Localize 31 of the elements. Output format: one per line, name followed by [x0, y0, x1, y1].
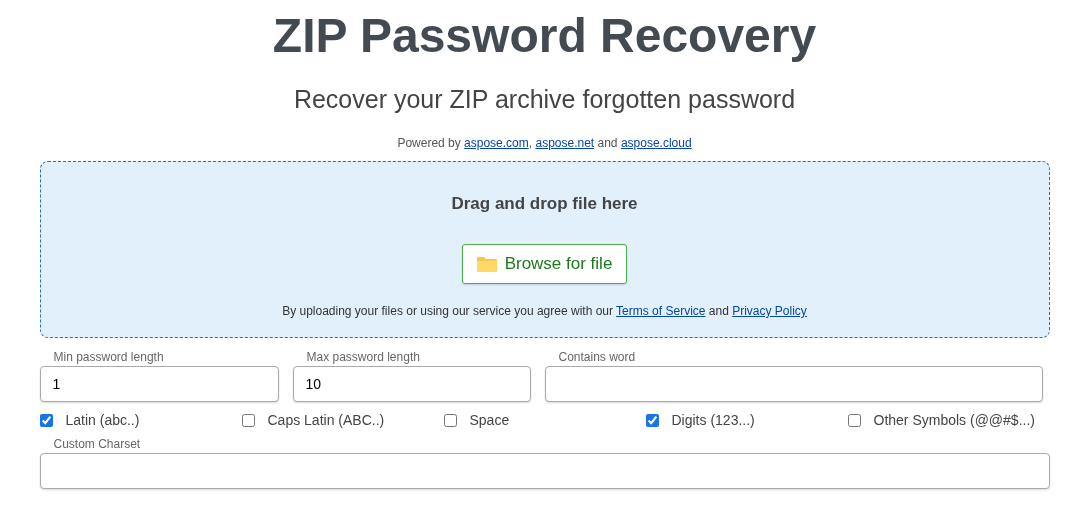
field-label: Custom Charset	[53, 437, 141, 451]
field-label: Contains word	[558, 350, 636, 364]
text-link[interactable]: Privacy Policy	[732, 304, 807, 318]
powered-by-text: Powered by aspose.com, aspose.net and aspose.cloud	[396, 136, 693, 150]
input-field[interactable]	[544, 366, 1043, 402]
text-link[interactable]: aspose.com	[464, 136, 529, 150]
folder-icon	[476, 256, 497, 272]
text-link[interactable]: Terms of Service	[616, 304, 706, 318]
checkbox[interactable]	[645, 413, 659, 427]
drop-zone[interactable]: Drag and drop file here Browse for file By uploading your files or using our service you agree with our Terms of Service and Privacy Policy	[39, 161, 1050, 338]
checkbox[interactable]	[443, 413, 457, 427]
input-field[interactable]: 10	[292, 366, 531, 402]
checkbox-label: Latin (abc..)	[65, 412, 140, 428]
page-title: ZIP Password Recovery	[271, 8, 818, 64]
checkbox-label: Other Symbols (@@#$...)	[873, 412, 1035, 428]
browse-button[interactable]: Browse for file	[461, 244, 628, 284]
field-label: Min password length	[53, 350, 164, 364]
checkbox-label: Space	[469, 412, 510, 428]
checkbox[interactable]	[241, 413, 255, 427]
checkbox[interactable]	[847, 413, 861, 427]
input-field[interactable]: 1	[39, 366, 279, 402]
checkbox-label: Digits (123...)	[671, 412, 755, 428]
terms-text: By uploading your files or using our service you agree with our Terms of Service and Privacy Policy	[282, 304, 807, 318]
text-link[interactable]: aspose.net	[535, 136, 595, 150]
drop-heading: Drag and drop file here	[451, 194, 638, 214]
checkbox-label: Caps Latin (ABC..)	[267, 412, 385, 428]
page-subtitle: Recover your ZIP archive forgotten password	[292, 84, 797, 114]
text-link[interactable]: aspose.cloud	[620, 136, 692, 150]
checkbox[interactable]	[39, 413, 53, 427]
field-label: Max password length	[306, 350, 420, 364]
input-field[interactable]	[39, 453, 1050, 489]
